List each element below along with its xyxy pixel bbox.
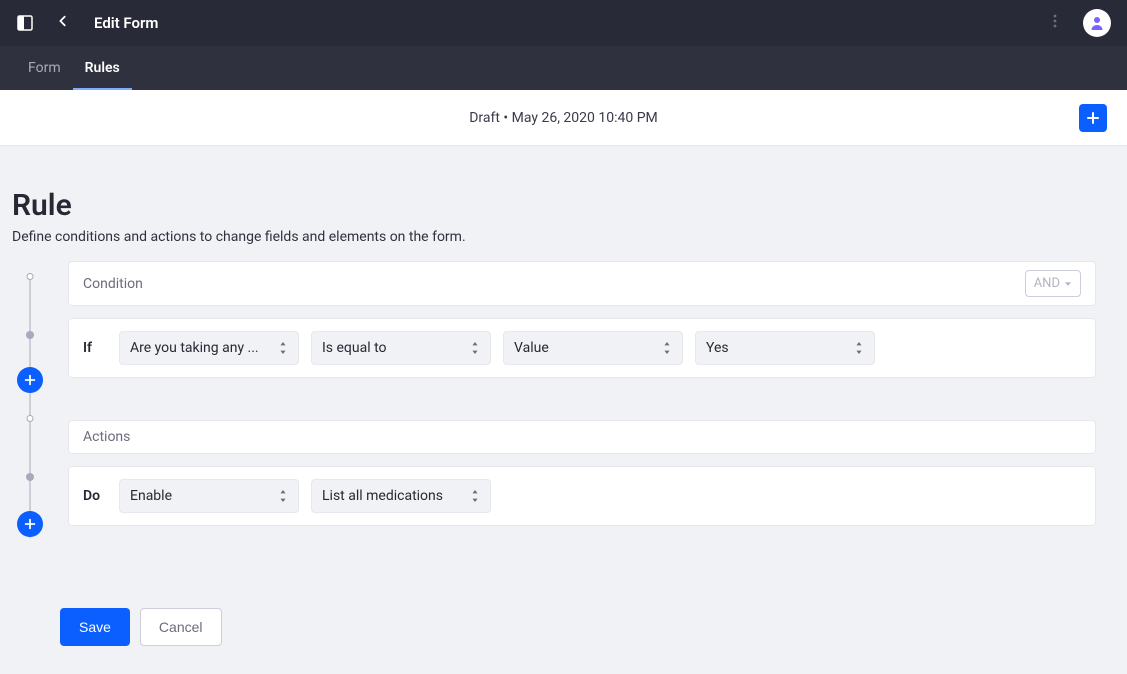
- sort-icon: [854, 342, 864, 354]
- timeline-dot: [26, 331, 34, 339]
- condition-row: If Are you taking any ... Is equal to Va…: [68, 318, 1096, 378]
- footer-buttons: Save Cancel: [12, 608, 1107, 646]
- sort-icon: [278, 342, 288, 354]
- rule-heading: Rule: [12, 188, 1107, 223]
- do-target-select[interactable]: List all medications: [311, 479, 491, 513]
- rule-timeline: [12, 261, 48, 538]
- tab-form[interactable]: Form: [16, 46, 73, 90]
- back-icon[interactable]: [56, 14, 74, 32]
- timeline-dot: [27, 415, 34, 422]
- condition-label: Condition: [83, 276, 143, 292]
- sort-icon: [470, 342, 480, 354]
- status-bar: Draft • May 26, 2020 10:40 PM: [0, 90, 1127, 146]
- do-action-select[interactable]: Enable: [119, 479, 299, 513]
- main-content: Rule Define conditions and actions to ch…: [0, 146, 1127, 666]
- condition-join-button[interactable]: AND: [1025, 270, 1081, 297]
- action-row: Do Enable List all medications: [68, 466, 1096, 526]
- sort-icon: [470, 490, 480, 502]
- condition-header: Condition AND: [68, 261, 1096, 306]
- save-button[interactable]: Save: [60, 608, 130, 646]
- sort-icon: [662, 342, 672, 354]
- if-value-select[interactable]: Yes: [695, 331, 875, 365]
- kebab-icon[interactable]: [1047, 13, 1067, 33]
- sort-icon: [278, 490, 288, 502]
- if-value-type-select[interactable]: Value: [503, 331, 683, 365]
- panel-toggle-icon[interactable]: [16, 14, 34, 32]
- tab-rules[interactable]: Rules: [73, 46, 132, 90]
- actions-header: Actions: [68, 420, 1096, 454]
- page-title: Edit Form: [94, 14, 158, 32]
- status-text: Draft • May 26, 2020 10:40 PM: [469, 110, 658, 126]
- rule-subheading: Define conditions and actions to change …: [12, 229, 1107, 245]
- timeline-dot: [27, 273, 34, 280]
- caret-down-icon: [1064, 280, 1072, 288]
- cancel-button[interactable]: Cancel: [140, 608, 222, 646]
- if-label: If: [83, 340, 107, 356]
- avatar[interactable]: [1083, 9, 1111, 37]
- actions-label: Actions: [83, 429, 130, 445]
- add-condition-button[interactable]: [17, 367, 43, 393]
- do-label: Do: [83, 488, 107, 504]
- tabs-bar: Form Rules: [0, 46, 1127, 90]
- add-action-button[interactable]: [17, 511, 43, 537]
- add-rule-button[interactable]: [1079, 104, 1107, 132]
- timeline-dot: [26, 473, 34, 481]
- app-header: Edit Form: [0, 0, 1127, 46]
- if-field-select[interactable]: Are you taking any ...: [119, 331, 299, 365]
- if-operator-select[interactable]: Is equal to: [311, 331, 491, 365]
